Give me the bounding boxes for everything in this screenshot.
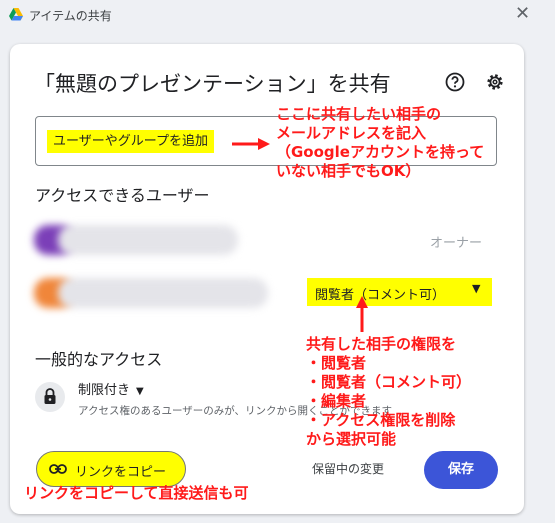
chevron-down-icon: ▼ (472, 282, 481, 295)
lock-icon (44, 388, 56, 404)
annotation-add-people: ここに共有したい相手の メールアドレスを記入 （Googleアカウントを持って … (276, 105, 484, 181)
annotation-line: ・編集者 (306, 392, 367, 410)
annotation-line: （Googleアカウントを持って (276, 143, 485, 161)
window-titlebar: アイテムの共有 ✕ (0, 0, 555, 30)
lock-icon-wrap (35, 382, 65, 412)
annotation-role-options: 共有した相手の権限を ・閲覧者 ・閲覧者（コメント可） ・編集者 ・アクセス権限… (306, 335, 471, 449)
user-name-redacted (58, 278, 268, 308)
copy-link-label: リンクをコピー (75, 465, 167, 480)
annotation-line: ここに共有したい相手の (276, 105, 442, 123)
help-icon[interactable] (445, 72, 465, 92)
annotation-line: ・アクセス権限を削除 (306, 411, 456, 429)
annotation-line: 共有した相手の権限を (306, 335, 457, 353)
annotation-line: メールアドレスを記入 (276, 124, 427, 142)
pending-changes-text: 保留中の変更 (312, 462, 385, 476)
save-button[interactable]: 保存 (424, 451, 498, 489)
user-row-owner: オーナー (32, 220, 502, 260)
general-access-value: 制限付き (78, 383, 131, 398)
annotation-line: から選択可能 (306, 430, 397, 448)
people-access-heading: アクセスできるユーザー (35, 186, 210, 205)
user-row-commenter: 閲覧者（コメント可） ▼ (32, 273, 502, 313)
general-access-heading: 一般的なアクセス (35, 350, 163, 369)
add-people-placeholder: ユーザーやグループを追加 (47, 130, 214, 153)
google-drive-icon (9, 8, 23, 21)
owner-role-label: オーナー (430, 236, 483, 251)
gear-icon[interactable] (485, 72, 505, 92)
annotation-line: ・閲覧者（コメント可） (306, 373, 472, 391)
window-title: アイテムの共有 (29, 9, 112, 23)
close-icon[interactable]: ✕ (515, 3, 530, 24)
role-dropdown-label: 閲覧者（コメント可） (315, 288, 446, 303)
role-dropdown[interactable]: 閲覧者（コメント可） ▼ (307, 278, 492, 306)
copy-link-button[interactable]: リンクをコピー (36, 451, 186, 487)
annotation-copy-link: リンクをコピーして直接送信も可 (24, 484, 249, 502)
dialog-title: 「無題のプレゼンテーション」を共有 (34, 72, 391, 96)
general-access-dropdown[interactable]: 制限付き ▼ (78, 379, 144, 398)
caret-down-icon: ▼ (136, 386, 144, 397)
annotation-line: ・閲覧者 (306, 354, 367, 372)
arrow-right-icon (232, 138, 270, 150)
annotation-line: いない相手でもOK） (276, 162, 421, 180)
user-name-redacted (58, 225, 238, 255)
link-icon (49, 464, 67, 474)
arrow-up-icon (356, 296, 368, 332)
